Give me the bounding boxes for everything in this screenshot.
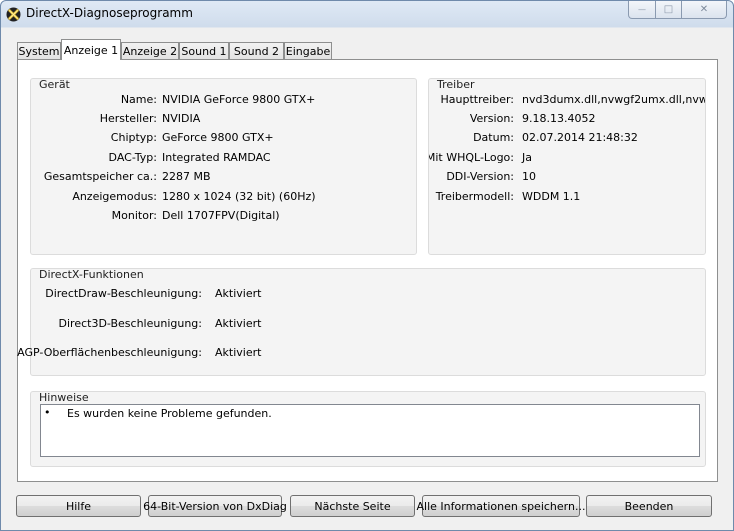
driver-label: DDI-Version: bbox=[446, 170, 514, 183]
driver-value: Ja bbox=[522, 151, 532, 164]
device-label: Monitor: bbox=[111, 209, 157, 222]
feature-label: DirectDraw-Beschleunigung: bbox=[45, 287, 202, 300]
notes-group: Hinweise • Es wurden keine Probleme gefu… bbox=[30, 391, 706, 467]
driver-value: nvd3dumx.dll,nvwgf2umx.dll,nvwgf2 bbox=[522, 93, 706, 106]
device-group: Gerät Name: NVIDIA GeForce 9800 GTX+ Her… bbox=[30, 78, 417, 255]
directx-icon bbox=[6, 7, 21, 22]
save-all-info-button[interactable]: Alle Informationen speichern... bbox=[417, 495, 585, 517]
tab-sound-2[interactable]: Sound 2 bbox=[229, 42, 284, 59]
driver-value: 9.18.13.4052 bbox=[522, 112, 596, 125]
device-label: DAC-Typ: bbox=[108, 151, 157, 164]
device-value: Dell 1707FPV(Digital) bbox=[162, 209, 280, 222]
maximize-button[interactable]: □ bbox=[656, 1, 682, 19]
dxdiag-window: DirectX-Diagnoseprogramm — □ ✕ System An… bbox=[0, 0, 734, 531]
feature-value: Aktiviert bbox=[215, 346, 262, 359]
device-label: Anzeigemodus: bbox=[72, 190, 157, 203]
feature-value: Aktiviert bbox=[215, 287, 262, 300]
bullet-icon: • bbox=[44, 406, 51, 419]
driver-label: Version: bbox=[469, 112, 514, 125]
tab-label: Anzeige 2 bbox=[122, 44, 178, 58]
device-label: Name: bbox=[120, 93, 157, 106]
tab-anzeige-1[interactable]: Anzeige 1 bbox=[61, 39, 121, 60]
client-area: System Anzeige 1 Anzeige 2 Sound 1 Sound… bbox=[1, 28, 733, 530]
feature-label: Direct3D-Beschleunigung: bbox=[58, 317, 202, 330]
tab-label: Anzeige 1 bbox=[63, 43, 119, 57]
minimize-icon: — bbox=[638, 5, 646, 14]
driver-label: Haupttreiber: bbox=[440, 93, 514, 106]
64bit-dxdiag-button[interactable]: 64-Bit-Version von DxDiag bbox=[143, 495, 287, 517]
device-value: 1280 x 1024 (32 bit) (60Hz) bbox=[162, 190, 316, 203]
device-value: NVIDIA GeForce 9800 GTX+ bbox=[162, 93, 316, 106]
device-group-title: Gerät bbox=[39, 78, 70, 91]
device-value: Integrated RAMDAC bbox=[162, 151, 271, 164]
exit-button[interactable]: Beenden bbox=[586, 495, 712, 517]
exit-button-label: Beenden bbox=[624, 499, 674, 513]
driver-label: Mit WHQL-Logo: bbox=[428, 151, 514, 164]
tab-label: Eingabe bbox=[285, 44, 331, 58]
driver-label: Treibermodell: bbox=[435, 190, 514, 203]
driver-group: Treiber Haupttreiber: nvd3dumx.dll,nvwgf… bbox=[428, 78, 706, 255]
device-label: Hersteller: bbox=[99, 112, 157, 125]
save-all-info-button-label: Alle Informationen speichern... bbox=[416, 499, 586, 513]
driver-value: 10 bbox=[522, 170, 536, 183]
device-label: Gesamtspeicher ca.: bbox=[43, 170, 157, 183]
tab-label: System bbox=[18, 44, 60, 58]
tab-system[interactable]: System bbox=[17, 42, 61, 59]
driver-value: WDDM 1.1 bbox=[522, 190, 581, 203]
title-bar[interactable]: DirectX-Diagnoseprogramm — □ ✕ bbox=[1, 1, 733, 28]
tab-sound-1[interactable]: Sound 1 bbox=[179, 42, 229, 59]
window-title: DirectX-Diagnoseprogramm bbox=[26, 6, 193, 20]
feature-label: AGP-Oberflächenbeschleunigung: bbox=[17, 346, 202, 359]
tab-label: Sound 2 bbox=[233, 44, 280, 58]
maximize-icon: □ bbox=[663, 4, 674, 15]
device-value: GeForce 9800 GTX+ bbox=[162, 131, 274, 144]
tab-eingabe[interactable]: Eingabe bbox=[284, 42, 332, 59]
next-page-button[interactable]: Nächste Seite bbox=[290, 495, 415, 517]
driver-group-title: Treiber bbox=[437, 78, 475, 91]
device-value: 2287 MB bbox=[162, 170, 211, 183]
features-group-title: DirectX-Funktionen bbox=[39, 268, 144, 281]
driver-label: Datum: bbox=[473, 131, 514, 144]
minimize-button[interactable]: — bbox=[628, 1, 656, 19]
device-value: NVIDIA bbox=[162, 112, 201, 125]
driver-value: 02.07.2014 21:48:32 bbox=[522, 131, 638, 144]
close-button[interactable]: ✕ bbox=[682, 1, 727, 19]
feature-value: Aktiviert bbox=[215, 317, 262, 330]
64bit-dxdiag-button-label: 64-Bit-Version von DxDiag bbox=[143, 499, 287, 513]
notes-textbox[interactable]: • Es wurden keine Probleme gefunden. bbox=[40, 404, 700, 457]
tab-label: Sound 1 bbox=[181, 44, 227, 58]
help-button[interactable]: Hilfe bbox=[16, 495, 141, 517]
notes-group-title: Hinweise bbox=[39, 391, 89, 404]
tab-anzeige-2[interactable]: Anzeige 2 bbox=[121, 42, 179, 59]
note-text: Es wurden keine Probleme gefunden. bbox=[67, 407, 272, 420]
close-icon: ✕ bbox=[699, 4, 709, 15]
tab-page-anzeige-1: Gerät Name: NVIDIA GeForce 9800 GTX+ Her… bbox=[17, 59, 718, 482]
next-page-button-label: Nächste Seite bbox=[314, 499, 391, 513]
device-label: Chiptyp: bbox=[110, 131, 157, 144]
features-group: DirectX-Funktionen DirectDraw-Beschleuni… bbox=[17, 268, 706, 376]
help-button-label: Hilfe bbox=[65, 499, 92, 513]
